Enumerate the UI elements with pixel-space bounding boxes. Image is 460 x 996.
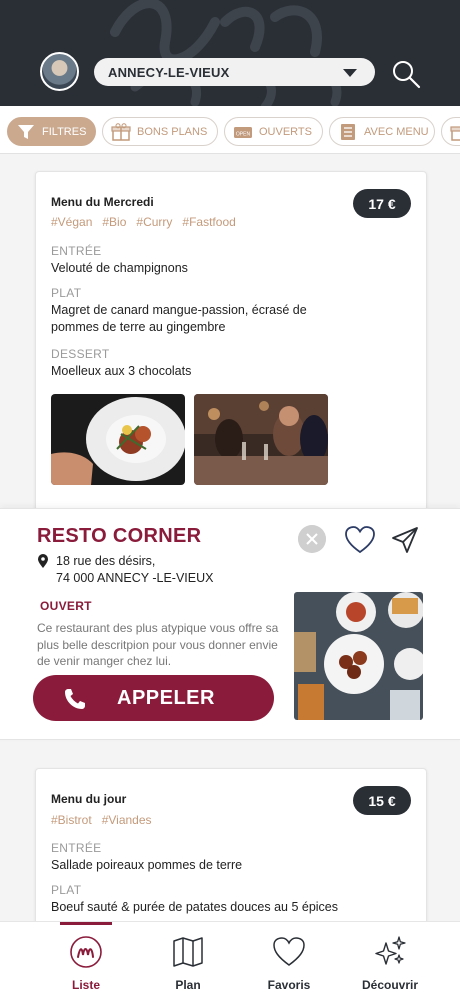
section-text: Sallade poireaux pommes de terre xyxy=(51,858,243,872)
gift-icon xyxy=(450,125,460,141)
search-icon[interactable] xyxy=(390,58,422,90)
chevron-down-icon xyxy=(343,69,357,77)
nav-tab-liste[interactable]: Liste xyxy=(36,922,136,996)
nav-label: Favoris xyxy=(267,978,311,992)
tag[interactable]: #Bio xyxy=(102,215,126,229)
bottom-nav: Liste Plan Favoris Découvrir xyxy=(0,921,460,996)
address-line: 18 rue des désirs, xyxy=(56,554,156,568)
heart-icon xyxy=(273,937,305,966)
header: ANNECY-LE-VIEUX xyxy=(0,0,460,106)
filter-chip-bons-plans[interactable]: BONS PLANS xyxy=(102,117,218,146)
filter-chip-label: FILTRES xyxy=(42,125,87,138)
restaurant-dishes-photo[interactable] xyxy=(294,592,423,720)
section-label: PLAT xyxy=(51,286,82,300)
restaurant-description: Ce restaurant des plus atypique vous off… xyxy=(37,621,279,668)
close-icon[interactable] xyxy=(298,525,326,553)
menu-title: Menu du jour xyxy=(51,792,127,806)
map-icon xyxy=(173,937,203,967)
filter-chip-label: OUVERTS xyxy=(259,125,312,138)
nav-tab-decouvrir[interactable]: Découvrir xyxy=(340,922,440,996)
location-pin-icon xyxy=(38,554,48,568)
price-badge: 15 € xyxy=(353,786,411,815)
price-badge: 17 € xyxy=(353,189,411,218)
city-select[interactable]: ANNECY-LE-VIEUX xyxy=(94,58,375,86)
liste-logo-icon xyxy=(70,936,102,968)
dish-photo[interactable] xyxy=(51,394,185,485)
tag[interactable]: #Fastfood xyxy=(182,215,235,229)
filter-chip-filtres[interactable]: FILTRES xyxy=(7,117,96,146)
tag[interactable]: #Curry xyxy=(136,215,172,229)
filter-icon xyxy=(18,124,34,139)
section-text: Velouté de champignons xyxy=(51,261,188,275)
section-text: Boeuf sauté & purée de patates douces au… xyxy=(51,900,339,914)
phone-icon xyxy=(65,689,85,709)
section-label: ENTRÉE xyxy=(51,244,102,258)
open-sign-icon: OPEN xyxy=(234,126,252,138)
restaurant-photo[interactable] xyxy=(194,394,328,485)
call-button[interactable]: APPELER xyxy=(33,675,274,721)
restaurant-photo-image xyxy=(194,394,328,485)
nav-label: Découvrir xyxy=(361,978,419,992)
tag[interactable]: #Viandes xyxy=(102,813,152,827)
tag[interactable]: #Végan xyxy=(51,215,92,229)
menu-card[interactable]: Menu du jour 15 € #Bistrot #Viandes ENTRÉ… xyxy=(35,768,427,928)
menu-list-icon xyxy=(341,123,355,140)
svg-text:OPEN: OPEN xyxy=(236,131,251,137)
filter-chip-more[interactable] xyxy=(441,117,460,146)
tag-list: #Végan #Bio #Curry #Fastfood xyxy=(51,215,246,229)
section-label: ENTRÉE xyxy=(51,841,102,855)
tag[interactable]: #Bistrot xyxy=(51,813,92,827)
nav-tab-favoris[interactable]: Favoris xyxy=(239,922,339,996)
nav-label: Plan xyxy=(175,978,201,992)
gift-icon xyxy=(111,122,131,141)
section-label: PLAT xyxy=(51,883,82,897)
app-screen: ANNECY-LE-VIEUX FILTRES BONS PLANS OPEN … xyxy=(0,0,460,996)
dish-photo-image xyxy=(51,394,185,485)
heart-icon[interactable] xyxy=(344,525,376,555)
section-label: DESSERT xyxy=(51,347,110,361)
restaurant-panel: RESTO CORNER 18 rue des désirs, 74 000 A… xyxy=(0,508,460,740)
section-text: Magret de canard mangue-passion, écrasé … xyxy=(51,303,307,334)
nav-tab-plan[interactable]: Plan xyxy=(138,922,238,996)
user-avatar[interactable] xyxy=(40,52,79,91)
tag-list: #Bistrot #Viandes xyxy=(51,813,162,827)
menu-title: Menu du Mercredi xyxy=(51,195,154,209)
filter-chip-ouverts[interactable]: OPEN OUVERTS xyxy=(224,117,323,146)
filter-chip-label: BONS PLANS xyxy=(137,125,208,138)
filter-chip-avec-menu[interactable]: AVEC MENU xyxy=(329,117,435,146)
call-button-label: APPELER xyxy=(117,687,215,709)
send-icon[interactable] xyxy=(390,525,420,555)
filter-chip-label: AVEC MENU xyxy=(364,125,429,138)
city-select-value: ANNECY-LE-VIEUX xyxy=(108,64,230,80)
filter-bar: FILTRES BONS PLANS OPEN OUVERTS AVEC MEN… xyxy=(0,106,460,154)
nav-label: Liste xyxy=(71,978,100,992)
open-status: OUVERT xyxy=(40,599,92,613)
section-text: Moelleux aux 3 chocolats xyxy=(51,364,192,378)
restaurant-dishes-image xyxy=(294,592,423,720)
menu-du-jour-logo-watermark xyxy=(110,0,342,106)
address-line: 74 000 ANNECY -LE-VIEUX xyxy=(56,571,214,585)
menu-card[interactable]: Menu du Mercredi 17 € #Végan #Bio #Curry #F… xyxy=(35,171,427,511)
sparkles-icon xyxy=(375,936,406,965)
restaurant-name: RESTO CORNER xyxy=(37,525,202,547)
